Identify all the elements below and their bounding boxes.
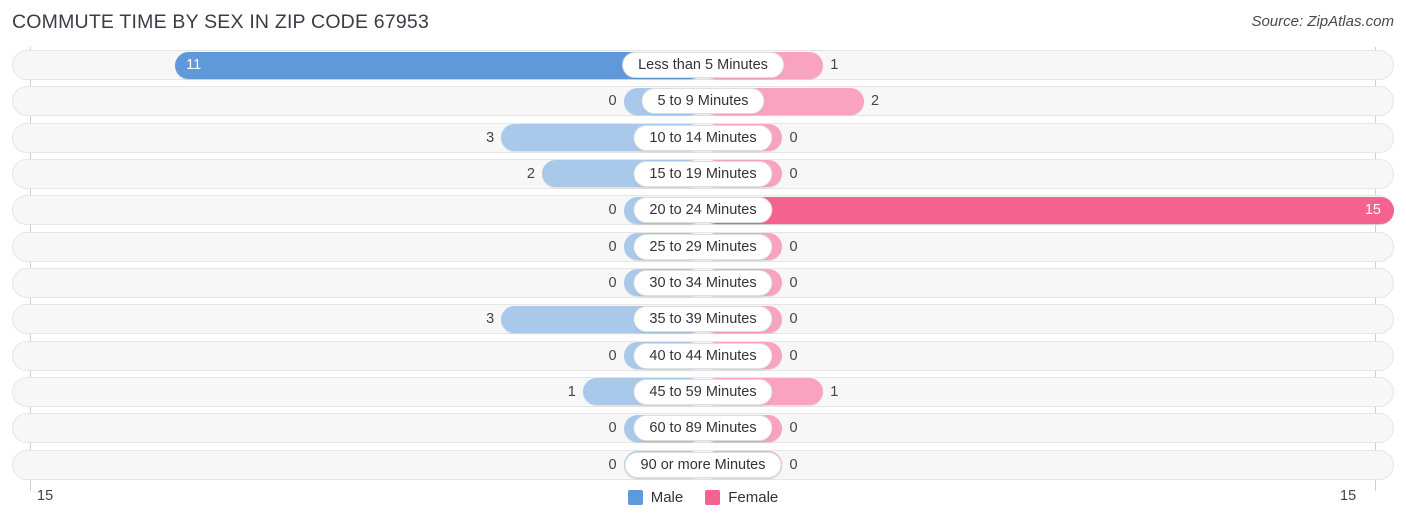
legend-label: Male — [650, 489, 684, 506]
female-half: 0 — [703, 341, 1394, 371]
category-label: 5 to 9 Minutes — [641, 88, 765, 115]
male-value-label: 2 — [526, 165, 535, 182]
male-half: 3 — [12, 123, 703, 153]
male-half: 0 — [12, 450, 703, 480]
legend-item[interactable]: Male — [627, 489, 684, 506]
male-value-inside: 11 — [186, 57, 202, 73]
female-value-label: 0 — [789, 311, 798, 328]
square-swatch-icon — [627, 490, 643, 505]
legend-label: Female — [728, 489, 779, 506]
chart-row: 3 0 10 to 14 Minutes — [0, 120, 1406, 156]
female-value-label: 0 — [789, 129, 798, 146]
chart-row: 0 0 25 to 29 Minutes — [0, 229, 1406, 265]
male-half: 0 — [12, 232, 703, 262]
male-value-label: 0 — [608, 93, 617, 110]
male-value-label: 0 — [608, 274, 617, 291]
female-half: 1 — [703, 50, 1394, 80]
category-label: 35 to 39 Minutes — [633, 306, 773, 333]
square-swatch-icon — [705, 490, 721, 505]
category-label: 90 or more Minutes — [624, 451, 782, 478]
male-half: 11 — [12, 50, 703, 80]
chart-row: 0 0 40 to 44 Minutes — [0, 338, 1406, 374]
male-half: 2 — [12, 159, 703, 189]
female-half: 0 — [703, 268, 1394, 298]
chart-row: 0 15 20 to 24 Minutes — [0, 192, 1406, 228]
male-half: 0 — [12, 341, 703, 371]
chart-row: 0 2 5 to 9 Minutes — [0, 83, 1406, 119]
female-value-inside: 15 — [1364, 202, 1381, 219]
male-value-label: 0 — [608, 420, 617, 437]
female-value-label: 0 — [789, 238, 798, 255]
chart-row: 0 0 90 or more Minutes — [0, 447, 1406, 483]
male-half: 0 — [12, 195, 703, 225]
chart-row: 0 0 60 to 89 Minutes — [0, 410, 1406, 446]
page-title: COMMUTE TIME BY SEX IN ZIP CODE 67953 — [12, 11, 430, 33]
chart-row: 3 0 35 to 39 Minutes — [0, 301, 1406, 337]
female-half: 0 — [703, 450, 1394, 480]
chart-row: 1 1 45 to 59 Minutes — [0, 374, 1406, 410]
male-half: 3 — [12, 304, 703, 334]
male-half: 0 — [12, 86, 703, 116]
source-attribution: Source: ZipAtlas.com — [1251, 13, 1394, 30]
legend-item[interactable]: Female — [705, 489, 778, 506]
category-label: 25 to 29 Minutes — [633, 233, 773, 260]
female-value-label: 2 — [871, 93, 880, 110]
female-value-label: 1 — [830, 57, 839, 73]
male-value-label: 3 — [486, 311, 495, 328]
category-label: 30 to 34 Minutes — [633, 270, 773, 297]
male-value-label: 0 — [608, 202, 617, 219]
female-half: 2 — [703, 86, 1394, 116]
chart-row: 2 0 15 to 19 Minutes — [0, 156, 1406, 192]
female-half: 0 — [703, 413, 1394, 443]
female-half: 0 — [703, 304, 1394, 334]
male-value-label: 0 — [608, 456, 617, 473]
chart-page: COMMUTE TIME BY SEX IN ZIP CODE 67953 So… — [0, 0, 1406, 523]
category-label: 20 to 24 Minutes — [633, 197, 773, 224]
female-half: 0 — [703, 232, 1394, 262]
male-value-label: 1 — [567, 383, 576, 400]
female-value-label: 0 — [789, 456, 798, 473]
female-half: 15 — [703, 195, 1394, 225]
category-label: Less than 5 Minutes — [622, 52, 784, 79]
chart-row: 0 0 30 to 34 Minutes — [0, 265, 1406, 301]
female-value-label: 0 — [789, 165, 798, 182]
female-half: 1 — [703, 377, 1394, 407]
chart-legend: Male Female — [0, 489, 1406, 506]
category-label: 15 to 19 Minutes — [633, 161, 773, 188]
male-half: 0 — [12, 268, 703, 298]
female-value-label: 0 — [789, 274, 798, 291]
female-half: 0 — [703, 159, 1394, 189]
female-half: 0 — [703, 123, 1394, 153]
female-value-label: 0 — [789, 347, 798, 364]
category-label: 45 to 59 Minutes — [633, 379, 773, 406]
diverging-bar-chart: 11 1 Less than 5 Minutes 0 2 5 to 9 Minutes 3 0… — [0, 47, 1406, 483]
female-value-label: 1 — [830, 383, 839, 400]
male-value-label: 0 — [608, 238, 617, 255]
chart-row: 11 1 Less than 5 Minutes — [0, 47, 1406, 83]
male-half: 1 — [12, 377, 703, 407]
category-label: 60 to 89 Minutes — [633, 415, 773, 442]
category-label: 40 to 44 Minutes — [633, 342, 773, 369]
female-bar[interactable]: 15 — [703, 196, 1394, 224]
male-value-label: 0 — [608, 347, 617, 364]
female-value-label: 0 — [789, 420, 798, 437]
category-label: 10 to 14 Minutes — [633, 124, 773, 151]
male-value-label: 3 — [486, 129, 495, 146]
male-half: 0 — [12, 413, 703, 443]
chart-footer: 15 15 Male Female — [0, 481, 1406, 523]
